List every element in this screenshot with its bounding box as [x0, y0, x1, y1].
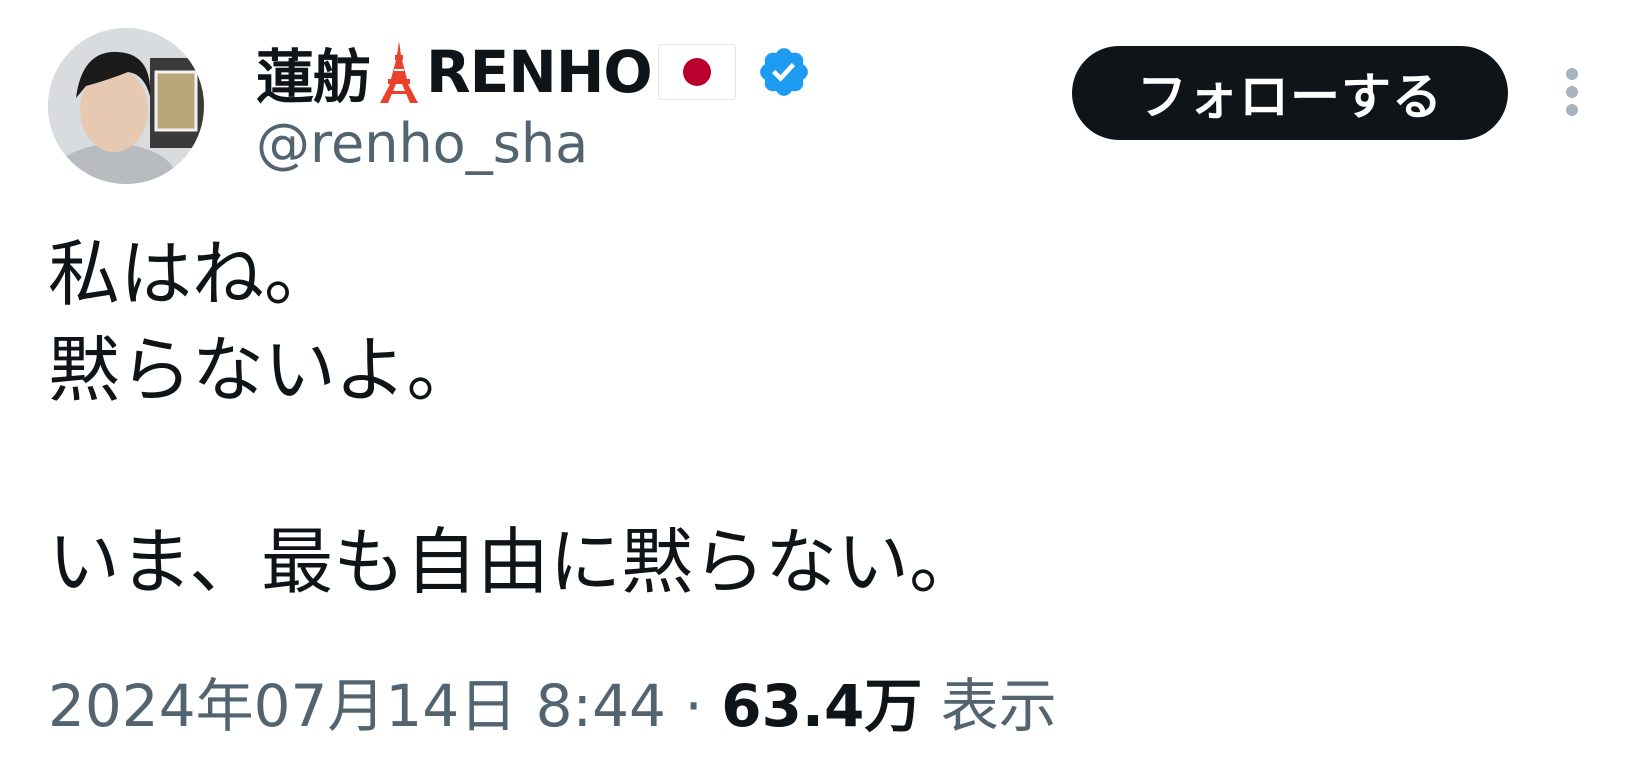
author-handle[interactable]: @renho_sha: [256, 112, 1016, 176]
more-vertical-icon[interactable]: [1548, 60, 1596, 124]
display-name-text: 蓮舫: [256, 43, 371, 111]
display-name[interactable]: 蓮舫 RENHO: [256, 30, 812, 114]
tweet-text-line: いま、最も自由に黙らない。: [48, 520, 982, 604]
tweet-meta: 2024年07月14日 8:44 · 63.4万 表示: [48, 670, 1057, 742]
more-dot: [1566, 68, 1578, 80]
avatar[interactable]: [48, 28, 204, 184]
author-block: 蓮舫 RENHO @renho_sha: [256, 32, 1016, 176]
tweet-text: 私はね。 黙らないよ。 いま、最も自由に黙らない。: [48, 226, 1588, 610]
display-name-row[interactable]: 蓮舫 RENHO: [256, 32, 1016, 112]
avatar-photo: [48, 28, 204, 184]
tweet-card: 蓮舫 RENHO @renho_sha フォローする 私はね。 黙らないよ。 い…: [0, 0, 1644, 774]
display-name-suffix: RENHO: [426, 38, 653, 106]
tweet-timestamp[interactable]: 2024年07月14日 8:44: [48, 672, 666, 740]
tweet-text-line: 私はね。: [48, 232, 337, 316]
views-count[interactable]: 63.4万: [721, 672, 922, 740]
follow-button[interactable]: フォローする: [1072, 46, 1508, 140]
more-dot: [1566, 104, 1578, 116]
tweet-text-line: 黙らないよ。: [48, 328, 479, 412]
views-label: 表示: [922, 672, 1057, 740]
meta-separator: ·: [665, 672, 722, 740]
verified-badge-icon[interactable]: [756, 44, 812, 100]
tokyo-tower-icon: [380, 41, 419, 103]
japan-flag-icon: [657, 44, 736, 100]
more-dot: [1566, 86, 1578, 98]
